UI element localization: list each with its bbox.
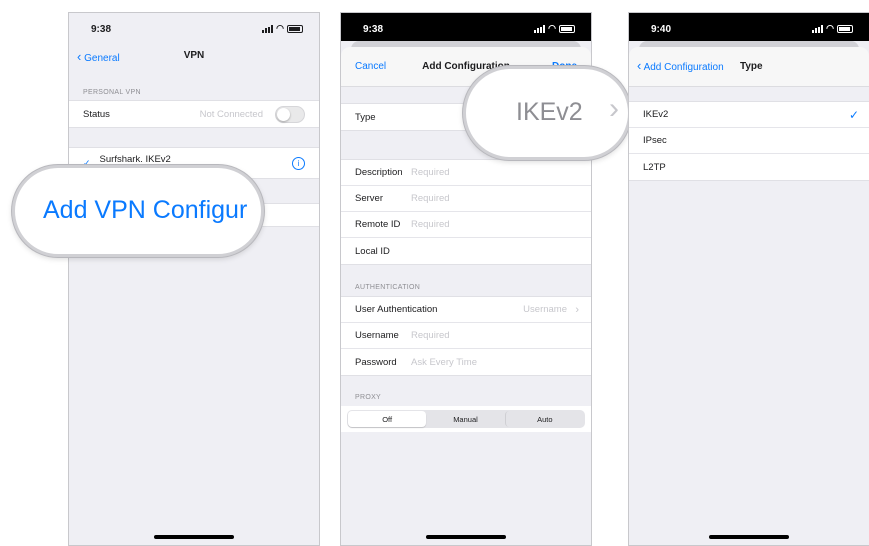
signal-icon — [812, 24, 824, 33]
type-option-ikev2[interactable]: IKEv2 ✓ — [629, 102, 869, 128]
server-fields-group: Description Required Server Required Rem… — [341, 159, 591, 265]
proxy-manual-segment[interactable]: Manual — [426, 411, 504, 427]
local-id-row[interactable]: Local ID — [341, 238, 591, 264]
type-option-label: IPsec — [643, 135, 667, 146]
authentication-group: User Authentication Username › Username … — [341, 296, 591, 376]
page-title: Type — [740, 61, 763, 72]
zoom-callout-add-vpn: Add VPN Configur — [12, 165, 264, 257]
password-row[interactable]: Password Ask Every Time — [341, 349, 591, 375]
type-value: IKEv2 — [516, 98, 583, 126]
type-option-label: L2TP — [643, 161, 666, 173]
sheet-footer — [341, 432, 591, 545]
zoom-callout-type-value: IKEv2 › — [463, 66, 631, 160]
signal-icon — [262, 24, 274, 33]
password-input[interactable]: Ask Every Time — [411, 357, 477, 368]
status-label: Status — [83, 108, 110, 120]
signal-icon — [534, 24, 546, 33]
user-authentication-row[interactable]: User Authentication Username › — [341, 297, 591, 323]
type-label: Type — [355, 111, 376, 123]
server-row[interactable]: Server Required — [341, 186, 591, 212]
wifi-icon: ◠ — [548, 23, 556, 33]
status-value: Not Connected — [199, 108, 263, 120]
nav-bar: ‹ General VPN — [69, 49, 319, 71]
page-title: VPN — [183, 50, 205, 61]
type-selection-screen: 9:40 ◠ ‹ Add Configuration Type IKEv2 ✓ … — [628, 12, 869, 546]
user-authentication-label: User Authentication — [355, 304, 438, 315]
add-vpn-configuration-link[interactable]: Add VPN Configur — [43, 196, 247, 225]
remote-id-input[interactable]: Required — [411, 219, 450, 230]
remote-id-row[interactable]: Remote ID Required — [341, 212, 591, 238]
description-input[interactable]: Required — [411, 167, 450, 178]
proxy-off-segment[interactable]: Off — [348, 411, 427, 427]
battery-icon — [559, 24, 575, 33]
type-option-label: IKEv2 — [643, 109, 669, 120]
status-time: 9:38 — [91, 24, 112, 35]
status-group: Status Not Connected — [69, 100, 319, 128]
type-option-l2tp[interactable]: L2TP — [629, 154, 869, 180]
password-label: Password — [355, 356, 397, 368]
battery-icon — [287, 24, 303, 33]
local-id-label: Local ID — [355, 245, 390, 257]
home-indicator — [154, 535, 234, 539]
user-authentication-value: Username — [523, 304, 567, 315]
server-label: Server — [355, 193, 383, 204]
remote-id-label: Remote ID — [355, 219, 401, 230]
status-bar: 9:40 ◠ — [629, 13, 869, 41]
chevron-left-icon: ‹ — [637, 58, 642, 73]
username-label: Username — [355, 330, 399, 341]
checkmark-icon: ✓ — [848, 107, 859, 122]
section-header-proxy: PROXY — [355, 394, 382, 401]
vpn-settings-screen: 9:38 ◠ ‹ General VPN PERSONAL VPN Status… — [68, 12, 320, 546]
username-input[interactable]: Required — [411, 330, 450, 341]
info-icon[interactable]: i — [292, 156, 305, 170]
modal-sheet: ‹ Add Configuration Type IKEv2 ✓ IPsec L… — [629, 47, 869, 545]
chevron-right-icon: › — [609, 92, 619, 125]
vpn-status-toggle[interactable] — [275, 106, 305, 123]
username-row[interactable]: Username Required — [341, 323, 591, 349]
back-button-label: Add Configuration — [643, 62, 724, 73]
description-row[interactable]: Description Required — [341, 160, 591, 186]
battery-icon — [837, 24, 853, 33]
status-bar: 9:38 ◠ — [69, 13, 319, 41]
type-option-ipsec[interactable]: IPsec — [629, 128, 869, 154]
status-icons: ◠ — [262, 23, 303, 34]
type-options-group: IKEv2 ✓ IPsec L2TP — [629, 101, 869, 181]
wifi-icon: ◠ — [276, 23, 284, 33]
status-bar: 9:38 ◠ — [341, 13, 591, 41]
proxy-auto-segment[interactable]: Auto — [504, 411, 584, 427]
status-row: Status Not Connected — [69, 101, 319, 127]
chevron-right-icon: › — [575, 303, 579, 316]
section-header-personal-vpn: PERSONAL VPN — [83, 89, 141, 96]
status-icons: ◠ — [534, 23, 575, 34]
vpn-config-name: Surfshark. IKEv2 — [99, 153, 171, 165]
status-icons: ◠ — [812, 23, 853, 34]
home-indicator — [426, 535, 506, 539]
wifi-icon: ◠ — [826, 23, 834, 33]
section-header-authentication: AUTHENTICATION — [355, 284, 421, 291]
status-time: 9:38 — [363, 24, 384, 35]
proxy-segmented-control: Off Manual Auto — [347, 410, 585, 428]
nav-bar: ‹ Add Configuration Type — [629, 47, 869, 87]
proxy-group: Off Manual Auto — [341, 406, 591, 432]
status-time: 9:40 — [651, 24, 672, 35]
description-label: Description — [355, 167, 403, 178]
server-input[interactable]: Required — [411, 193, 450, 204]
home-indicator — [709, 535, 789, 539]
back-button[interactable]: ‹ Add Configuration — [637, 58, 724, 73]
